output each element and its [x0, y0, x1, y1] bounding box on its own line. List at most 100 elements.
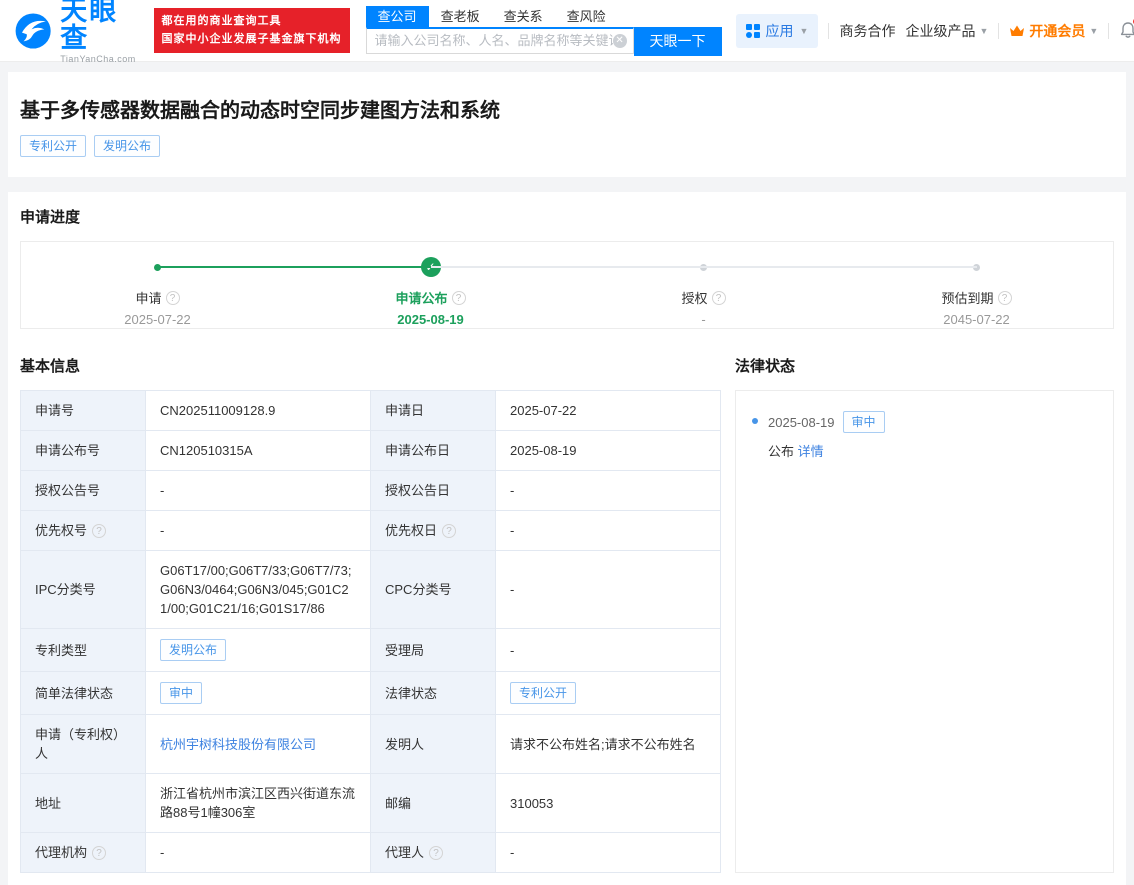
search-tab-查关系[interactable]: 查关系 [492, 6, 555, 27]
info-label-text: 优先权日 [385, 521, 437, 540]
help-icon[interactable]: ? [92, 524, 106, 538]
timeline-step-date: - [701, 312, 705, 327]
info-label-cell: 法律状态 [371, 672, 496, 715]
legal-status-date: 2025-08-19 [768, 415, 835, 430]
timeline-step-date: 2045-07-22 [943, 312, 1010, 327]
info-label-cell: 申请（专利权）人 [21, 715, 146, 774]
info-label-cell: 授权公告号 [21, 471, 146, 511]
timeline-step-date: 2025-07-22 [124, 312, 191, 327]
timeline-step-label: 授权? [681, 288, 725, 307]
help-icon[interactable]: ? [712, 291, 726, 305]
info-label-cell: 优先权日? [371, 511, 496, 551]
search-input[interactable] [375, 33, 613, 48]
table-row: 地址浙江省杭州市滨江区西兴街道东流路88号1幢306室邮编310053 [21, 774, 721, 833]
help-icon[interactable]: ? [166, 291, 180, 305]
info-label-text: 授权公告号 [35, 481, 100, 500]
legal-status-body: 2025-08-19审中公布 详情 [768, 411, 885, 460]
info-value-cell: - [496, 833, 721, 873]
timeline-step-label: 申请公布? [395, 288, 465, 307]
apps-grid-icon [746, 24, 760, 38]
nav-cooperation-label: 商务合作 [839, 21, 895, 41]
table-row: 申请公布号 CN120510315A 申请公布日 2025-08-19 [21, 431, 721, 471]
crown-icon [1009, 24, 1025, 38]
timeline-step-label: 预估到期? [941, 288, 1011, 307]
timeline-step-name: 预估到期 [941, 288, 993, 307]
info-value-cell: 2025-08-19 [496, 431, 721, 471]
info-label-cell: 申请日 [371, 391, 496, 431]
timeline-lines [21, 266, 1113, 268]
detail-link[interactable]: 详情 [798, 444, 824, 459]
info-label-cell: 专利类型 [21, 629, 146, 672]
info-label-text: 申请号 [35, 401, 74, 420]
chevron-down-icon: ▼ [1089, 26, 1098, 36]
info-label: 发明人 [385, 735, 481, 754]
help-icon[interactable]: ? [442, 524, 456, 538]
timeline-step-申请公布: ✓申请公布?2025-08-19 [294, 258, 567, 327]
search-tab-查风险[interactable]: 查风险 [555, 6, 618, 27]
patent-status-tag: 专利公开 [20, 135, 86, 157]
brand-name: 天眼查 [60, 0, 139, 52]
info-label: IPC分类号 [35, 580, 131, 599]
info-label-cell: 地址 [21, 774, 146, 833]
info-label-text: 代理机构 [35, 843, 87, 862]
nav-divider [828, 23, 829, 39]
help-icon[interactable]: ? [429, 846, 443, 860]
nav-enterprise-label: 企业级产品 [905, 21, 975, 41]
patent-title: 基于多传感器数据融合的动态时空同步建图方法和系统 [20, 94, 1114, 123]
nav-apps-menu[interactable]: 应用 ▼ [736, 14, 819, 48]
nav-business-cooperation[interactable]: 商务合作 [839, 21, 895, 41]
info-label-text: 优先权号 [35, 521, 87, 540]
info-value-cell: CN120510315A [146, 431, 371, 471]
info-label-text: 代理人 [385, 843, 424, 862]
company-link[interactable]: 杭州宇树科技股份有限公司 [160, 737, 316, 752]
search-button[interactable]: 天眼一下 [634, 27, 722, 56]
nav-apps-label: 应用 [766, 21, 794, 41]
timeline-step-申请: 申请? 2025-07-22 [21, 258, 294, 327]
info-label: 优先权日? [385, 521, 481, 540]
nav-open-vip[interactable]: 开通会员 ▼ [1009, 21, 1098, 41]
help-icon[interactable]: ? [92, 846, 106, 860]
info-value-cell: G06T17/00;G06T7/33;G06T7/73;G06N3/0464;G… [146, 551, 371, 629]
info-value-cell: - [146, 511, 371, 551]
legal-status-line1: 2025-08-19审中 [768, 411, 885, 433]
info-label-text: 简单法律状态 [35, 684, 113, 703]
info-label: CPC分类号 [385, 580, 481, 599]
search-tabs: 查公司查老板查关系查风险 [366, 6, 722, 27]
info-label-text: 申请（专利权）人 [35, 725, 131, 763]
search-widget: 查公司查老板查关系查风险 ✕ 天眼一下 [366, 6, 722, 56]
bullet-icon [752, 418, 758, 424]
info-label-cell: 代理人? [371, 833, 496, 873]
basic-info-tbody: 申请号CN202511009128.9申请日2025-07-22申请公布号CN1… [21, 391, 721, 873]
legal-status-action: 公布 [768, 444, 798, 459]
clear-search-icon[interactable]: ✕ [613, 34, 627, 48]
info-label-cell: 申请号 [21, 391, 146, 431]
nav-enterprise-products[interactable]: 企业级产品 ▼ [905, 21, 988, 41]
nav-divider [998, 23, 999, 39]
search-tab-查公司[interactable]: 查公司 [366, 6, 429, 27]
status-tag: 发明公布 [160, 639, 226, 661]
info-label: 专利类型 [35, 641, 131, 660]
info-value-cell: 310053 [496, 774, 721, 833]
slogan-line-1: 都在用的商业查询工具 [162, 13, 342, 30]
nav-divider [1108, 23, 1109, 39]
info-label-cell: 邮编 [371, 774, 496, 833]
timeline-step-name: 申请 [135, 288, 161, 307]
info-label-cell: 申请公布号 [21, 431, 146, 471]
table-row: 代理机构?-代理人?- [21, 833, 721, 873]
info-label-cell: 申请公布日 [371, 431, 496, 471]
info-label-text: 申请公布号 [35, 441, 100, 460]
help-icon[interactable]: ? [452, 291, 466, 305]
info-label: 申请（专利权）人 [35, 725, 131, 763]
brand-domain: TianYanCha.com [60, 55, 139, 64]
info-label-text: 申请公布日 [385, 441, 450, 460]
info-value-cell: 杭州宇树科技股份有限公司 [146, 715, 371, 774]
table-row: 授权公告号-授权公告日- [21, 471, 721, 511]
tianyancha-logo[interactable]: 天眼查 TianYanCha.com [14, 0, 140, 64]
table-row: 申请（专利权）人杭州宇树科技股份有限公司发明人请求不公布姓名;请求不公布姓名 [21, 715, 721, 774]
notifications-bell[interactable] [1119, 21, 1134, 40]
table-row: IPC分类号 G06T17/00;G06T7/33;G06T7/73;G06N3/… [21, 551, 721, 629]
help-icon[interactable]: ? [998, 291, 1012, 305]
info-label-text: IPC分类号 [35, 580, 96, 599]
search-tab-查老板[interactable]: 查老板 [429, 6, 492, 27]
search-box: ✕ [366, 27, 634, 54]
